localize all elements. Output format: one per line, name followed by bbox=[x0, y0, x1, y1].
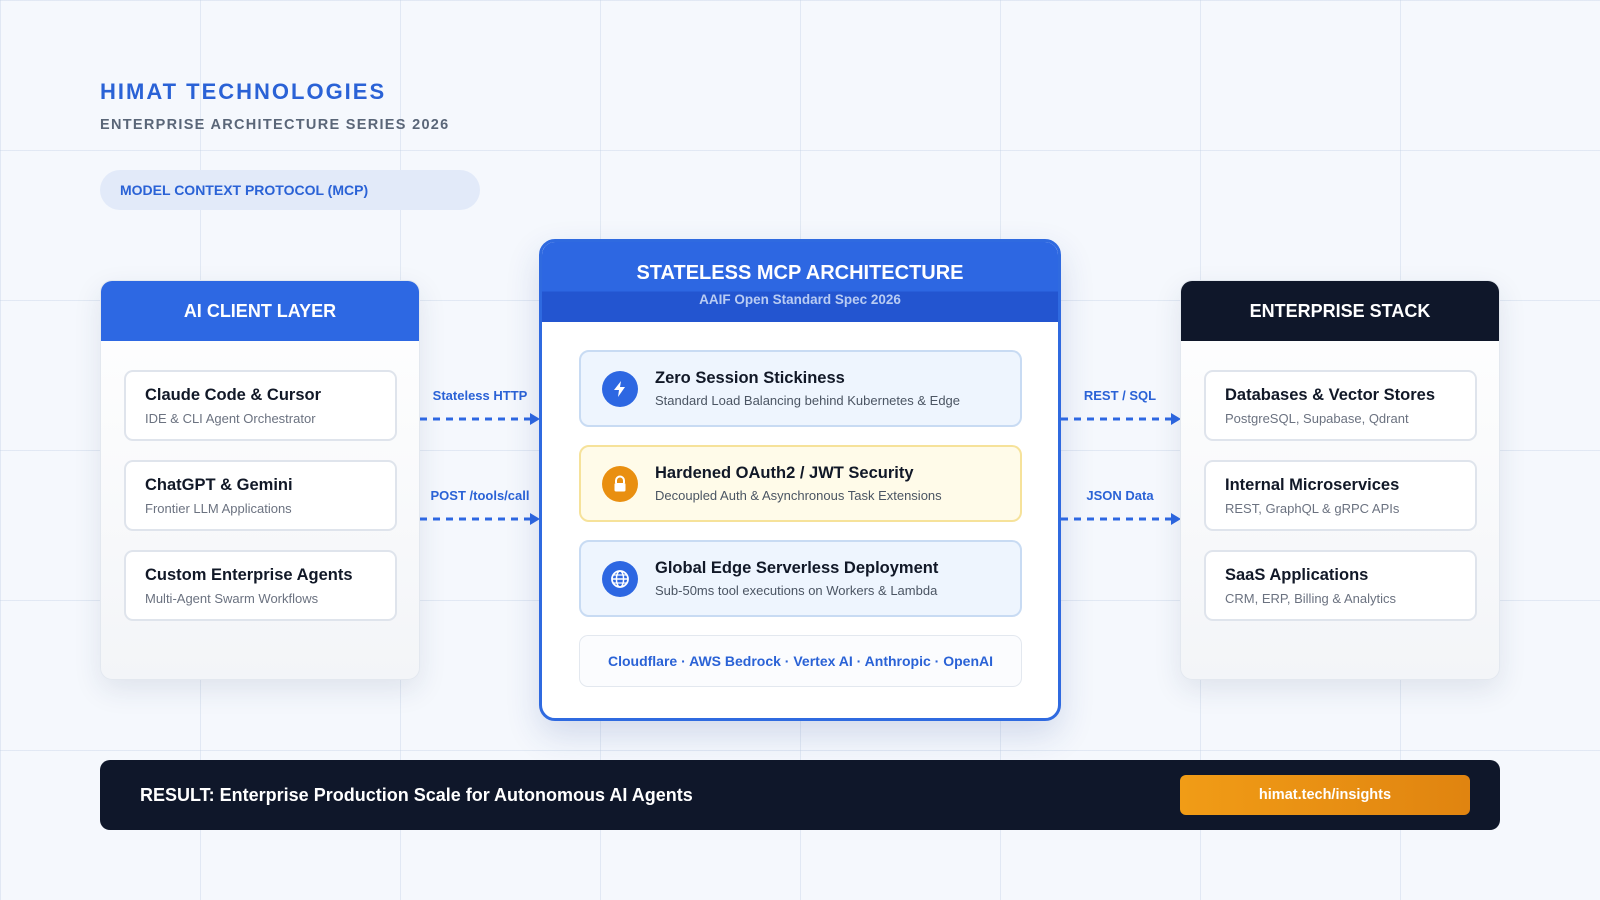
stack-card-saas: SaaS Applications CRM, ERP, Billing & An… bbox=[1204, 550, 1477, 621]
stack-card-title: SaaS Applications bbox=[1225, 566, 1369, 584]
lightning-icon bbox=[602, 370, 638, 407]
stateless-mcp-architecture-panel: STATELESS MCP ARCHITECTURE AAIF Open Sta… bbox=[539, 239, 1061, 721]
feature-global-edge-serverless: Global Edge Serverless Deployment Sub-50… bbox=[579, 540, 1022, 617]
connector-label-json-data: JSON Data bbox=[1086, 488, 1154, 503]
connector-label-post-tools-call: POST /tools/call bbox=[430, 488, 530, 503]
stack-card-subtitle: CRM, ERP, Billing & Analytics bbox=[1225, 591, 1396, 606]
insights-link-button[interactable]: himat.tech/insights bbox=[1180, 775, 1470, 815]
feature-zero-session-stickiness: Zero Session Stickiness Standard Load Ba… bbox=[579, 350, 1022, 427]
client-card-custom-agents: Custom Enterprise Agents Multi-Agent Swa… bbox=[124, 550, 397, 621]
client-card-subtitle: Multi-Agent Swarm Workflows bbox=[145, 591, 319, 606]
client-card-claude-cursor: Claude Code & Cursor IDE & CLI Agent Orc… bbox=[124, 370, 397, 441]
enterprise-stack-panel: ENTERPRISE STACK Databases & Vector Stor… bbox=[1180, 280, 1500, 680]
stack-card-subtitle: REST, GraphQL & gRPC APIs bbox=[1225, 501, 1400, 516]
stack-card-subtitle: PostgreSQL, Supabase, Qdrant bbox=[1225, 411, 1409, 426]
client-card-title: Claude Code & Cursor bbox=[145, 386, 322, 404]
connector-label-stateless-http: Stateless HTTP bbox=[432, 388, 528, 403]
topic-pill: MODEL CONTEXT PROTOCOL (MCP) bbox=[100, 170, 480, 210]
vendor-list: Cloudflare · AWS Bedrock · Vertex AI · A… bbox=[579, 635, 1022, 687]
result-bar: RESULT: Enterprise Production Scale for … bbox=[100, 760, 1500, 830]
stack-card-title: Internal Microservices bbox=[1225, 476, 1400, 494]
result-text: RESULT: Enterprise Production Scale for … bbox=[140, 784, 693, 805]
architecture-title: STATELESS MCP ARCHITECTURE bbox=[636, 262, 964, 284]
client-card-title: Custom Enterprise Agents bbox=[145, 566, 353, 584]
brand-title: HIMAT TECHNOLOGIES bbox=[100, 79, 387, 104]
feature-title: Global Edge Serverless Deployment bbox=[655, 559, 939, 577]
architecture-subtitle: AAIF Open Standard Spec 2026 bbox=[699, 292, 901, 307]
ai-client-layer-panel: AI CLIENT LAYER Claude Code & Cursor IDE… bbox=[100, 280, 420, 680]
enterprise-stack-header: ENTERPRISE STACK bbox=[1181, 281, 1499, 341]
stack-card-microservices: Internal Microservices REST, GraphQL & g… bbox=[1204, 460, 1477, 531]
client-card-subtitle: IDE & CLI Agent Orchestrator bbox=[145, 411, 316, 426]
architecture-header: STATELESS MCP ARCHITECTURE AAIF Open Sta… bbox=[542, 242, 1058, 322]
client-card-chatgpt-gemini: ChatGPT & Gemini Frontier LLM Applicatio… bbox=[124, 460, 397, 531]
globe-icon bbox=[602, 560, 638, 597]
feature-subtitle: Standard Load Balancing behind Kubernete… bbox=[655, 393, 961, 408]
connector-arrow-right-bottom bbox=[1061, 513, 1181, 525]
connector-arrow-left-bottom bbox=[420, 513, 540, 525]
feature-subtitle: Sub-50ms tool executions on Workers & La… bbox=[655, 583, 938, 598]
feature-oauth-jwt-security: Hardened OAuth2 / JWT Security Decoupled… bbox=[579, 445, 1022, 522]
feature-subtitle: Decoupled Auth & Asynchronous Task Exten… bbox=[655, 488, 942, 503]
connector-label-rest-sql: REST / SQL bbox=[1083, 388, 1157, 403]
client-card-subtitle: Frontier LLM Applications bbox=[145, 501, 292, 516]
stack-card-title: Databases & Vector Stores bbox=[1225, 386, 1436, 404]
connector-arrow-right-top bbox=[1061, 413, 1181, 425]
lock-icon bbox=[602, 465, 638, 502]
connector-arrow-left-top bbox=[420, 413, 540, 425]
series-subtitle: ENTERPRISE ARCHITECTURE SERIES 2026 bbox=[100, 117, 450, 133]
client-card-title: ChatGPT & Gemini bbox=[145, 476, 293, 494]
feature-title: Zero Session Stickiness bbox=[655, 369, 845, 387]
feature-title: Hardened OAuth2 / JWT Security bbox=[655, 464, 914, 482]
topic-pill-label: MODEL CONTEXT PROTOCOL (MCP) bbox=[120, 182, 369, 198]
stack-card-databases: Databases & Vector Stores PostgreSQL, Su… bbox=[1204, 370, 1477, 441]
ai-client-layer-header: AI CLIENT LAYER bbox=[101, 281, 419, 341]
